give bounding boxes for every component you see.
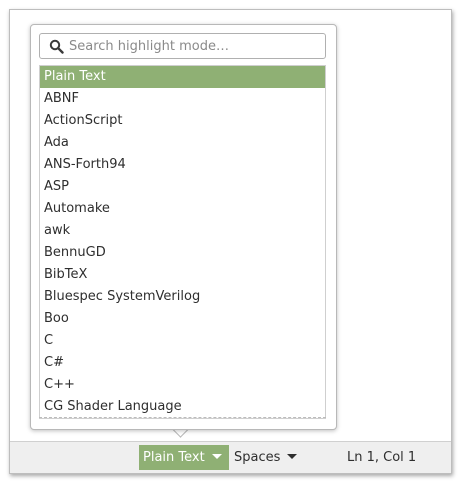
indentation-label: Spaces (234, 450, 281, 465)
highlight-mode-item[interactable]: ANS-Forth94 (40, 154, 325, 176)
search-icon (49, 39, 64, 54)
highlight-mode-item[interactable]: Ada (40, 132, 325, 154)
highlight-mode-item[interactable]: C++ (40, 374, 325, 396)
highlight-mode-item[interactable]: C# (40, 352, 325, 374)
highlight-mode-item[interactable]: ABNF (40, 88, 325, 110)
chevron-down-icon (287, 454, 298, 459)
highlight-mode-list: Plain Text ABNF ActionScript Ada ANS-Forth94… (39, 65, 326, 419)
highlight-mode-item[interactable]: ASP (40, 176, 325, 198)
highlight-mode-item[interactable]: Plain Text (40, 66, 325, 88)
highlight-mode-item[interactable]: Bluespec SystemVerilog (40, 286, 325, 308)
indentation-button[interactable]: Spaces (234, 445, 298, 470)
highlight-mode-popover: Plain TextABNFActionScriptAdaANS-Forth94… (30, 24, 337, 430)
highlight-mode-button[interactable]: Plain Text (139, 445, 229, 470)
search-input[interactable] (69, 34, 319, 58)
highlight-mode-label: Plain Text (143, 450, 205, 465)
list-scroll-indicator (39, 417, 326, 418)
highlight-mode-item[interactable]: BennuGD (40, 242, 325, 264)
highlight-mode-item[interactable]: awk (40, 220, 325, 242)
highlight-mode-item[interactable]: C (40, 330, 325, 352)
highlight-mode-item[interactable]: BibTeX (40, 264, 325, 286)
highlight-mode-item[interactable]: CG Shader Language (40, 396, 325, 418)
status-bar: Plain Text Spaces Ln 1, Col 1 (10, 441, 451, 473)
chevron-down-icon (211, 454, 222, 459)
highlight-mode-item[interactable]: ActionScript (40, 110, 325, 132)
search-field[interactable] (39, 33, 326, 59)
highlight-mode-item[interactable]: Automake (40, 198, 325, 220)
highlight-mode-item[interactable]: Boo (40, 308, 325, 330)
cursor-position[interactable]: Ln 1, Col 1 (347, 445, 416, 470)
